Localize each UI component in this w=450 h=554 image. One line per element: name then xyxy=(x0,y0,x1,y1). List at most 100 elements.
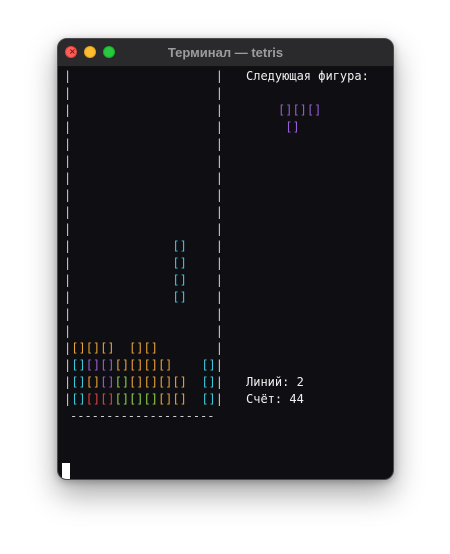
board-row: | [] | xyxy=(64,289,223,306)
empty-cell xyxy=(129,171,143,185)
empty-cell xyxy=(201,273,215,287)
empty-cell xyxy=(158,103,172,117)
empty-cell xyxy=(172,137,186,151)
empty-cell xyxy=(86,69,100,83)
empty-cell xyxy=(172,69,186,83)
empty-cell xyxy=(100,222,114,236)
empty-cell xyxy=(144,137,158,151)
empty-cell xyxy=(144,188,158,202)
empty-cell xyxy=(71,307,85,321)
empty-cell xyxy=(187,205,201,219)
board-floor: -------------------- xyxy=(70,409,215,423)
empty-cell xyxy=(115,69,129,83)
empty-cell xyxy=(187,273,201,287)
empty-cell xyxy=(187,290,201,304)
empty-cell xyxy=(172,188,186,202)
lines-count: Линий: 2 xyxy=(246,375,304,389)
block-cell: [] xyxy=(85,392,101,406)
empty-cell xyxy=(86,290,100,304)
empty-cell xyxy=(144,307,158,321)
terminal-content[interactable]: Следующая фигура: [][][] [] Линий: 2 Счё… xyxy=(58,66,393,479)
block-cell: [] xyxy=(157,375,173,389)
right-wall: | xyxy=(215,137,223,151)
block-cell: [] xyxy=(114,375,130,389)
empty-cell xyxy=(187,103,201,117)
board-row: | | xyxy=(64,85,223,102)
board-row: | | xyxy=(64,136,223,153)
empty-cell xyxy=(100,273,114,287)
empty-cell xyxy=(115,103,129,117)
board-row: | | xyxy=(64,170,223,187)
empty-cell xyxy=(86,154,100,168)
empty-cell xyxy=(201,120,215,134)
empty-cell xyxy=(201,137,215,151)
empty-cell xyxy=(158,188,172,202)
empty-cell xyxy=(172,154,186,168)
empty-cell xyxy=(144,273,158,287)
empty-cell xyxy=(144,154,158,168)
empty-cell xyxy=(201,290,215,304)
empty-cell xyxy=(129,120,143,134)
block-cell: [] xyxy=(71,358,86,372)
empty-cell xyxy=(86,103,100,117)
empty-cell xyxy=(71,273,85,287)
block-cell: [] xyxy=(85,358,101,372)
empty-cell xyxy=(86,120,100,134)
empty-cell xyxy=(201,69,215,83)
empty-cell xyxy=(201,154,215,168)
empty-cell xyxy=(71,188,85,202)
empty-cell xyxy=(187,222,201,236)
empty-cell xyxy=(100,154,114,168)
empty-cell xyxy=(100,171,114,185)
empty-cell xyxy=(158,120,172,134)
block-cell: [] xyxy=(100,392,115,406)
block-cell: [] xyxy=(114,358,130,372)
empty-cell xyxy=(187,375,201,389)
empty-cell xyxy=(158,137,172,151)
empty-cell xyxy=(144,171,158,185)
empty-cell xyxy=(187,392,201,406)
board-row: |[][][] [][] | xyxy=(64,340,223,357)
empty-cell xyxy=(115,290,129,304)
board-row: | | xyxy=(64,153,223,170)
empty-cell xyxy=(172,171,186,185)
empty-cell xyxy=(187,154,201,168)
empty-cell xyxy=(187,69,201,83)
board-row: | [] | xyxy=(64,238,223,255)
empty-cell xyxy=(115,188,129,202)
block-cell: [] xyxy=(143,358,158,372)
empty-cell xyxy=(86,171,100,185)
block-cell: [] xyxy=(172,392,187,406)
empty-cell xyxy=(129,222,143,236)
empty-cell xyxy=(129,137,143,151)
block-cell: [] xyxy=(201,358,216,372)
empty-cell xyxy=(144,205,158,219)
board-row: | [] | xyxy=(64,255,223,272)
block-cell: [] xyxy=(85,341,101,355)
block-cell: [] xyxy=(143,375,158,389)
empty-cell xyxy=(201,188,215,202)
right-wall: | xyxy=(215,392,223,406)
empty-cell xyxy=(158,222,172,236)
empty-cell xyxy=(115,239,129,253)
next-piece-row: [][][] xyxy=(278,103,322,117)
empty-cell xyxy=(86,273,100,287)
empty-cell xyxy=(158,341,172,355)
empty-cell xyxy=(100,103,114,117)
empty-cell xyxy=(172,222,186,236)
block-cell: [] xyxy=(172,273,187,287)
empty-cell xyxy=(187,86,201,100)
empty-cell xyxy=(158,154,172,168)
empty-cell xyxy=(129,307,143,321)
empty-cell xyxy=(129,239,143,253)
empty-cell xyxy=(144,290,158,304)
empty-cell xyxy=(129,154,143,168)
empty-cell xyxy=(71,324,85,338)
empty-cell xyxy=(86,137,100,151)
text-cursor xyxy=(62,463,70,479)
board-row: | | xyxy=(64,187,223,204)
empty-cell xyxy=(158,171,172,185)
empty-cell xyxy=(100,188,114,202)
empty-cell xyxy=(187,307,201,321)
empty-cell xyxy=(86,239,100,253)
